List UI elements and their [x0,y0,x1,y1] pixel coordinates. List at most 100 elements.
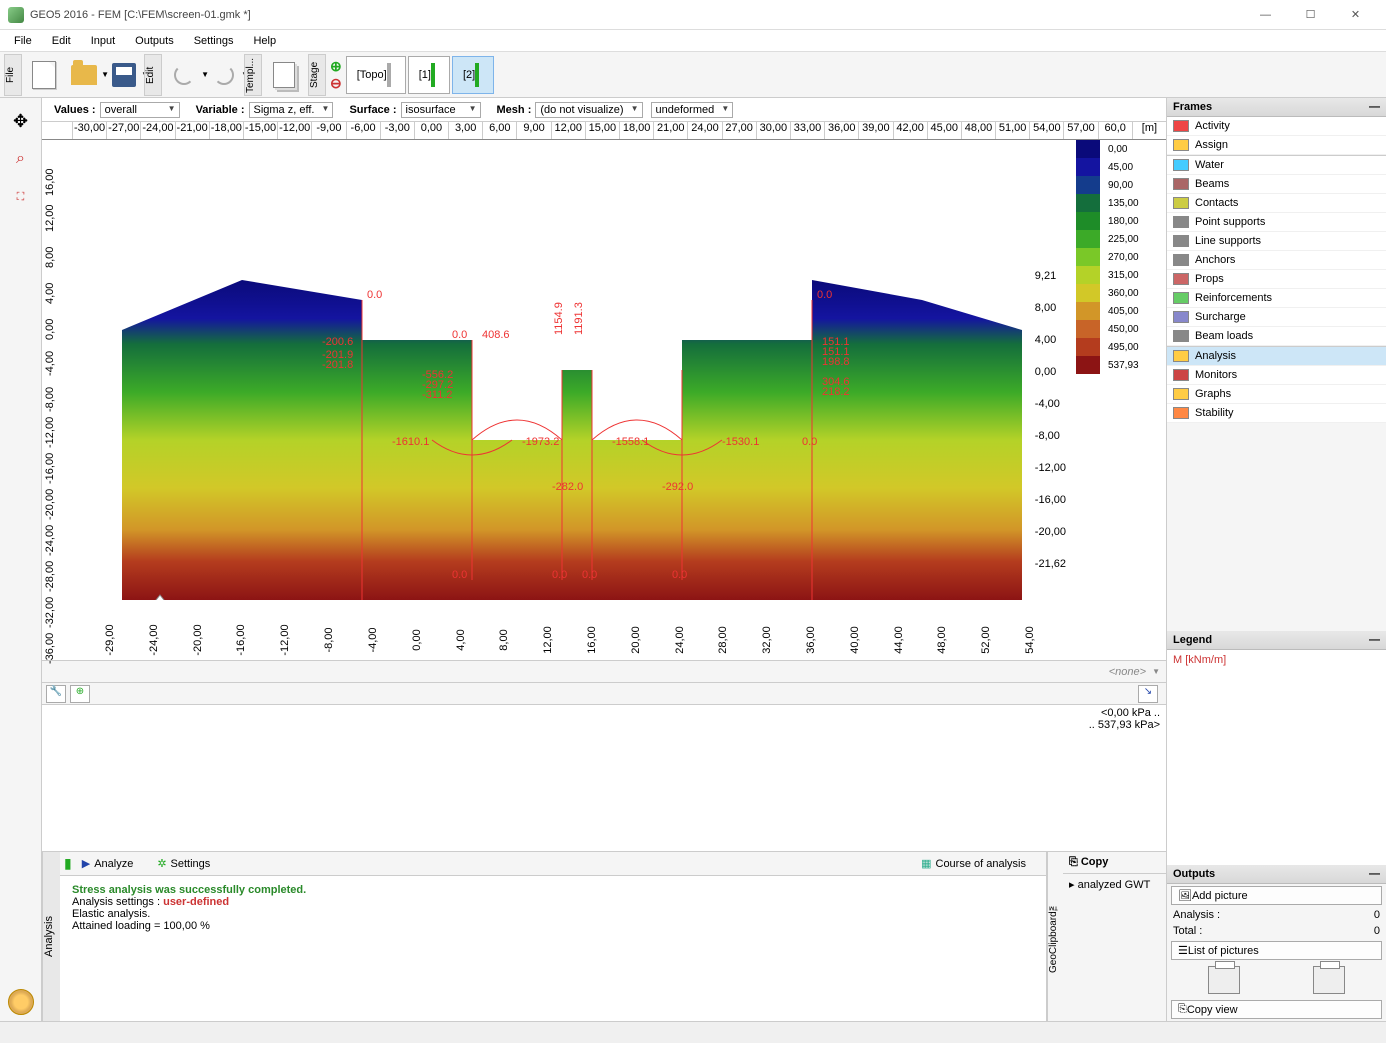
frame-item-monitors[interactable]: Monitors [1167,366,1386,385]
add-point-button[interactable]: ⊕ [70,685,90,703]
add-picture-button[interactable]: 🖼 Add picture [1171,886,1382,905]
file-tab[interactable]: File [4,54,22,96]
frame-item-line-supports[interactable]: Line supports [1167,232,1386,251]
svg-text:-201.8: -201.8 [322,359,353,371]
minimize-button[interactable]: — [1243,1,1288,29]
geoclipboard-label: GeoClipboard™ [1047,852,1063,1021]
copy-analyzed-gwt[interactable]: ▸ analyzed GWT [1063,874,1166,895]
list-pictures-button[interactable]: ☰ List of pictures [1171,941,1382,960]
menu-settings[interactable]: Settings [184,33,244,49]
surface-select[interactable]: isosurface [401,102,481,118]
svg-text:0.0: 0.0 [582,569,597,581]
frame-item-point-supports[interactable]: Point supports [1167,213,1386,232]
analyze-button[interactable]: ▶Analyze [74,855,142,872]
course-button[interactable]: ▦Course of analysis [913,855,1034,872]
template-tab[interactable]: Templ... [244,54,262,96]
frame-item-stability[interactable]: Stability [1167,404,1386,423]
mesh-label: Mesh : [497,104,532,116]
svg-text:198.8: 198.8 [822,356,850,368]
frame-item-reinforcements[interactable]: Reinforcements [1167,289,1386,308]
analysis-output: Stress analysis was successfully complet… [60,876,1046,1021]
stage-topo[interactable]: [Topo] [346,56,406,94]
outputs-collapse[interactable]: — [1369,868,1380,880]
svg-text:0.0: 0.0 [367,289,382,301]
svg-text:0.0: 0.0 [552,569,567,581]
frame-item-surcharge[interactable]: Surcharge [1167,308,1386,327]
frame-item-activity[interactable]: Activity [1167,117,1386,136]
stage-1[interactable]: [1] [408,56,450,94]
print-button-1[interactable] [1208,966,1240,994]
frames-header: Frames— [1167,98,1386,117]
status-bar [0,1021,1386,1041]
stage-2[interactable]: [2] [452,56,494,94]
svg-text:-200.6: -200.6 [322,336,353,348]
add-stage-button[interactable]: ⊕ [330,58,342,75]
mesh-select[interactable]: (do not visualize) [535,102,642,118]
new-button[interactable] [26,57,62,93]
color-scale: 0,0045,0090,00135,00180,00225,00270,0031… [1076,140,1166,374]
legend-header: Legend— [1167,631,1386,650]
toolbar: File ▼ ▼ Edit ▼ ▼ Templ... Stage ⊕ ⊖ [To… [0,52,1386,98]
open-folder-icon [71,65,97,85]
frame-item-water[interactable]: Water [1167,155,1386,175]
print-button-2[interactable] [1313,966,1345,994]
frame-item-beam-loads[interactable]: Beam loads [1167,327,1386,346]
frame-item-analysis[interactable]: Analysis [1167,346,1386,366]
undo-button[interactable]: ▼ [166,57,202,93]
fit-icon: ⛶ [17,191,25,204]
svg-text:1191.3: 1191.3 [573,302,585,335]
frame-item-beams[interactable]: Beams [1167,175,1386,194]
analysis-count-label: Analysis : [1173,909,1220,921]
svg-text:218.2: 218.2 [822,386,850,398]
menu-edit[interactable]: Edit [42,33,81,49]
list-icon: ☰ [1178,944,1188,957]
frames-collapse[interactable]: — [1369,101,1380,113]
analysis-settings-button[interactable]: ✲Settings [149,855,218,872]
pan-button[interactable]: ✥ [4,104,38,138]
maximize-button[interactable]: ☐ [1288,1,1333,29]
svg-text:-292.0: -292.0 [662,481,693,493]
save-button[interactable]: ▼ [106,57,142,93]
settings-gear-button[interactable] [4,985,38,1019]
new-file-icon [32,61,56,89]
edit-tab[interactable]: Edit [144,54,162,96]
menu-file[interactable]: File [4,33,42,49]
right-panel: Frames— ActivityAssignWaterBeamsContacts… [1166,98,1386,1021]
variable-select[interactable]: Sigma z, eff. [249,102,334,118]
menu-help[interactable]: Help [243,33,286,49]
frame-item-props[interactable]: Props [1167,270,1386,289]
chevron-down-icon[interactable]: ▼ [1152,667,1160,676]
fit-button[interactable]: ⛶ [4,180,38,214]
menu-outputs[interactable]: Outputs [125,33,184,49]
play-icon: ▶ [82,857,90,870]
svg-text:0.0: 0.0 [452,329,467,341]
svg-text:-1530.1: -1530.1 [722,436,759,448]
svg-text:-1610.1: -1610.1 [392,436,429,448]
save-disk-icon [112,63,136,87]
close-button[interactable]: ✕ [1333,1,1378,29]
redo-button[interactable]: ▼ [206,57,242,93]
zoom-button[interactable]: ⌕ [4,142,38,176]
undo-icon [174,65,194,85]
frame-item-graphs[interactable]: Graphs [1167,385,1386,404]
stage-label: Stage [308,54,326,96]
wrench-button[interactable]: 🔧 [46,685,66,703]
outputs-header: Outputs— [1167,865,1386,884]
legend-collapse[interactable]: — [1369,634,1380,646]
open-button[interactable]: ▼ [66,57,102,93]
canvas[interactable]: -30,00-27,00-24,00-21,00-18,00-15,00-12,… [42,122,1166,851]
arrow-button[interactable]: ↘ [1138,685,1158,703]
contour-plot: 0.00.0 0.0408.6 151.1151.1 198.8304.6 21… [122,270,1022,600]
remove-stage-button[interactable]: ⊖ [330,75,342,92]
frame-item-contacts[interactable]: Contacts [1167,194,1386,213]
svg-text:-1973.2: -1973.2 [522,436,559,448]
menu-input[interactable]: Input [81,33,125,49]
frame-item-assign[interactable]: Assign [1167,136,1386,155]
deform-select[interactable]: undeformed [651,102,734,118]
copy-icon: ⎘ [1069,856,1081,868]
frame-item-anchors[interactable]: Anchors [1167,251,1386,270]
values-select[interactable]: overall [100,102,180,118]
copy-view-button[interactable]: ⎘ Copy view [1171,1000,1382,1019]
selection-bar: <none> ▼ [42,660,1166,682]
template-button[interactable] [266,57,302,93]
